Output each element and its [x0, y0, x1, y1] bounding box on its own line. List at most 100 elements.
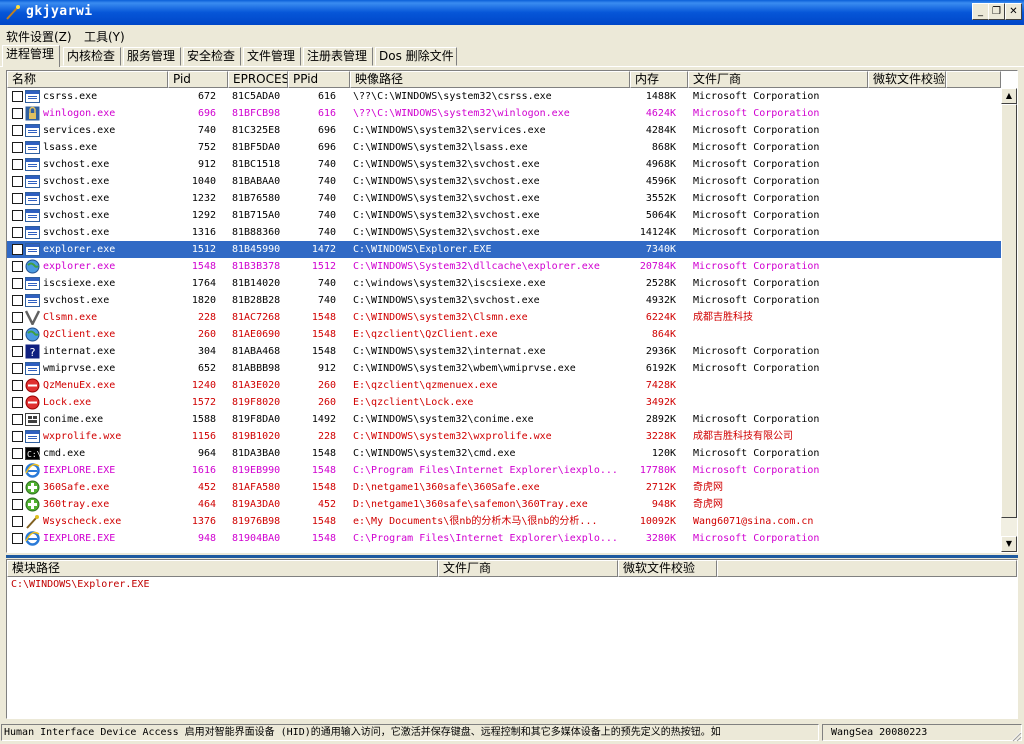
process-checkbox[interactable]: [12, 482, 23, 493]
scroll-up-button[interactable]: ▲: [1001, 88, 1017, 104]
process-row[interactable]: QzClient.exe 260 81AE0690 1548 E:\qzclient\Q…: [7, 326, 1001, 343]
cell-vendor: [693, 326, 868, 343]
process-checkbox[interactable]: [12, 465, 23, 476]
process-row[interactable]: csrss.exe 672 81C5ADA0 616 \??\C:\WINDOWS\sy…: [7, 88, 1001, 105]
cell-name: svchost.exe: [43, 295, 110, 306]
column-header-module-path[interactable]: 模块路径: [7, 560, 438, 577]
process-checkbox[interactable]: [12, 244, 23, 255]
module-list[interactable]: 模块路径 文件厂商 微软文件校验 C:\WINDOWS\Explorer.EXE: [6, 559, 1018, 719]
scroll-down-button[interactable]: ▼: [1001, 536, 1017, 552]
process-checkbox[interactable]: [12, 380, 23, 391]
column-header-ppid[interactable]: PPid: [288, 71, 350, 88]
process-row[interactable]: svchost.exe 912 81BC1518 740 C:\WINDOWS\syst…: [7, 156, 1001, 173]
process-checkbox[interactable]: [12, 210, 23, 221]
column-header-module-ms-check[interactable]: 微软文件校验: [618, 560, 717, 577]
cell-pid: 452: [197, 482, 216, 493]
process-row[interactable]: svchost.exe 1820 81B28B28 740 C:\WINDOWS\sys…: [7, 292, 1001, 309]
process-checkbox[interactable]: [12, 363, 23, 374]
process-row[interactable]: explorer.exe 1512 81B45990 1472 C:\WINDOWS\E…: [7, 241, 1001, 258]
process-row[interactable]: svchost.exe 1232 81B76580 740 C:\WINDOWS\sys…: [7, 190, 1001, 207]
process-checkbox[interactable]: [12, 261, 23, 272]
column-header-name[interactable]: 名称: [7, 71, 168, 88]
process-checkbox[interactable]: [12, 227, 23, 238]
process-list[interactable]: 名称 Pid EPROCESS PPid 映像路径 内存 文件厂商 微软文件校验…: [6, 70, 1018, 553]
process-checkbox[interactable]: [12, 125, 23, 136]
process-row[interactable]: Lock.exe 1572 819F8020 260 E:\qzclient\Lock.…: [7, 394, 1001, 411]
process-checkbox[interactable]: [12, 346, 23, 357]
column-header-memory[interactable]: 内存: [630, 71, 688, 88]
process-row[interactable]: svchost.exe 1040 81BABAA0 740 C:\WINDOWS\sys…: [7, 173, 1001, 190]
process-row[interactable]: C:\cmd.exe 964 81DA3BA0 1548 C:\WINDOWS\syst…: [7, 445, 1001, 462]
tab-registry-management[interactable]: 注册表管理: [303, 47, 373, 66]
minimize-button[interactable]: _: [972, 3, 989, 20]
close-button[interactable]: ✕: [1005, 3, 1022, 20]
process-row[interactable]: ? internat.exe 304 81ABA468 1548 C:\WINDOWS\s…: [7, 343, 1001, 360]
process-row[interactable]: Clsmn.exe 228 81AC7268 1548 C:\WINDOWS\syste…: [7, 309, 1001, 327]
column-header-image-path[interactable]: 映像路径: [350, 71, 630, 88]
process-checkbox[interactable]: [12, 193, 23, 204]
process-checkbox[interactable]: [12, 448, 23, 459]
process-checkbox[interactable]: [12, 159, 23, 170]
tab-kernel-check[interactable]: 内核检查: [63, 47, 121, 66]
process-checkbox[interactable]: [12, 329, 23, 340]
tab-service-management[interactable]: 服务管理: [123, 47, 181, 66]
column-header-ms-check[interactable]: 微软文件校验: [868, 71, 946, 88]
red-circle-icon: [25, 395, 40, 410]
window-icon: [25, 123, 40, 138]
process-row[interactable]: lsass.exe 752 81BF5DA0 696 C:\WINDOWS\system…: [7, 139, 1001, 156]
process-row[interactable]: winlogon.exe 696 81BFCB98 616 \??\C:\WINDOWS…: [7, 105, 1001, 122]
process-row[interactable]: IEXPLORE.EXE 1616 819EB990 1548 C:\Program F…: [7, 462, 1001, 479]
process-row[interactable]: svchost.exe 1316 81B88360 740 C:\WINDOWS\Sys…: [7, 224, 1001, 241]
process-row[interactable]: IEXPLORE.EXE 948 81904BA0 1548 C:\Program Fi…: [7, 530, 1001, 547]
column-header-vendor[interactable]: 文件厂商: [688, 71, 868, 88]
cell-eprocess: 81976B98: [232, 516, 281, 527]
process-row[interactable]: Wsyscheck.exe 1376 81976B98 1548 e:\My Docum…: [7, 513, 1001, 530]
wand-icon: [25, 514, 40, 529]
menu-software-settings[interactable]: 软件设置(Z): [6, 28, 72, 45]
pane-splitter[interactable]: [6, 555, 1018, 558]
restore-button[interactable]: ❐: [988, 3, 1005, 20]
cell-name: csrss.exe: [43, 91, 98, 102]
process-checkbox[interactable]: [12, 278, 23, 289]
menu-tools[interactable]: 工具(Y): [84, 28, 125, 45]
module-row-path[interactable]: C:\WINDOWS\Explorer.EXE: [11, 579, 149, 590]
cell-name: svchost.exe: [43, 176, 110, 187]
process-row[interactable]: 360Safe.exe 452 81AFA580 1548 D:\netgame1\36…: [7, 479, 1001, 496]
cell-vendor: [693, 377, 868, 394]
process-checkbox[interactable]: [12, 516, 23, 527]
process-checkbox[interactable]: [12, 414, 23, 425]
process-checkbox[interactable]: [12, 108, 23, 119]
process-row[interactable]: 360tray.exe 464 819A3DA0 452 D:\netgame1\360…: [7, 496, 1001, 513]
process-row[interactable]: conime.exe 1588 819F8DA0 1492 C:\WINDOWS\sys…: [7, 411, 1001, 428]
process-checkbox[interactable]: [12, 533, 23, 544]
process-checkbox[interactable]: [12, 312, 23, 323]
tab-dos-delete-file[interactable]: Dos 删除文件: [375, 47, 457, 66]
process-checkbox[interactable]: [12, 397, 23, 408]
process-row[interactable]: svchost.exe 1292 81B715A0 740 C:\WINDOWS\sys…: [7, 207, 1001, 224]
column-header-module-vendor[interactable]: 文件厂商: [438, 560, 618, 577]
tab-security-check[interactable]: 安全检查: [183, 47, 241, 66]
cell-name: explorer.exe: [43, 244, 116, 255]
process-list-scrollbar[interactable]: ▲ ▼: [1001, 88, 1017, 552]
process-row[interactable]: wxprolife.wxe 1156 819B1020 228 C:\WINDOWS\s…: [7, 428, 1001, 445]
cell-path: e:\My Documents\很nb的分析木马\很nb的分析...: [353, 516, 598, 527]
process-checkbox[interactable]: [12, 499, 23, 510]
resize-grip-icon[interactable]: [1010, 730, 1022, 742]
scroll-thumb[interactable]: [1001, 104, 1017, 518]
column-header-eprocess[interactable]: EPROCESS: [228, 71, 288, 88]
tab-file-management[interactable]: 文件管理: [243, 47, 301, 66]
cell-path: E:\qzclient\qzmenuex.exe: [353, 380, 498, 391]
process-row[interactable]: wmiprvse.exe 652 81ABBB98 912 C:\WINDOWS\sys…: [7, 360, 1001, 377]
column-header-pid[interactable]: Pid: [168, 71, 228, 88]
process-checkbox[interactable]: [12, 176, 23, 187]
process-checkbox[interactable]: [12, 295, 23, 306]
process-row[interactable]: explorer.exe 1548 81B3B378 1512 C:\WINDOWS\S…: [7, 258, 1001, 275]
process-checkbox[interactable]: [12, 431, 23, 442]
process-row[interactable]: services.exe 740 81C325E8 696 C:\WINDOWS\sys…: [7, 122, 1001, 139]
process-row[interactable]: QzMenuEx.exe 1240 81A3E020 260 E:\qzclient\q…: [7, 377, 1001, 394]
process-checkbox[interactable]: [12, 142, 23, 153]
tab-process-management[interactable]: 进程管理: [2, 45, 60, 67]
process-checkbox[interactable]: [12, 91, 23, 102]
process-row[interactable]: iscsiexe.exe 1764 81B14020 740 c:\windows\sy…: [7, 275, 1001, 292]
cell-eprocess: 81C5ADA0: [232, 91, 281, 102]
